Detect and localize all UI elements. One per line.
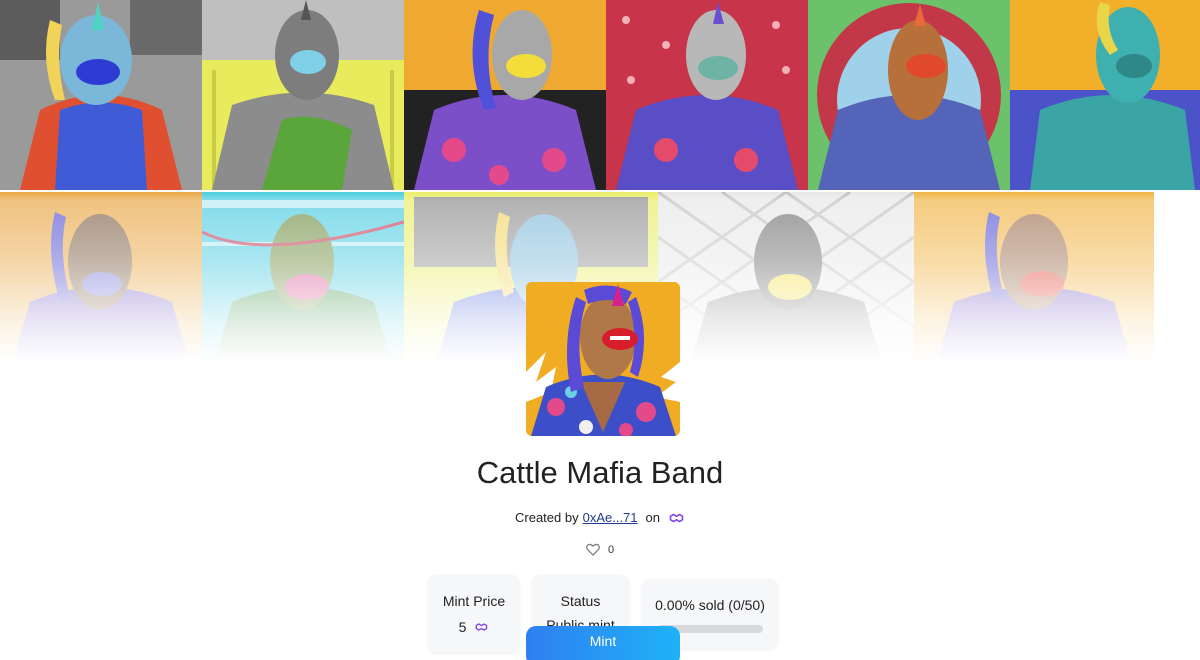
banner-nft-image (1010, 0, 1200, 190)
likes-count: 0 (607, 543, 615, 556)
banner-nft-image (658, 192, 914, 370)
banner-nft-image (404, 0, 606, 190)
mint-price-value-row: 5 (428, 619, 520, 635)
heart-icon[interactable] (586, 543, 600, 556)
likes-row: 0 (0, 543, 1200, 556)
creator-address-link[interactable]: 0xAe...71 (583, 510, 638, 525)
banner-nft-image (0, 192, 202, 370)
banner-nft-image (808, 0, 1010, 190)
polygon-icon (475, 623, 488, 631)
mint-price-card: Mint Price 5 (428, 575, 520, 653)
banner-nft-image (0, 0, 202, 190)
collection-avatar (526, 282, 680, 436)
polygon-icon (669, 513, 684, 522)
on-label: on (645, 510, 660, 525)
mint-button[interactable]: Mint (526, 626, 680, 660)
banner-row-top (0, 0, 1200, 190)
creator-line: Created by 0xAe...71 on (0, 510, 1200, 525)
banner-nft-image (914, 192, 1154, 370)
status-label: Status (560, 593, 601, 609)
collection-title: Cattle Mafia Band (476, 455, 724, 490)
created-by-label: Created by (515, 510, 579, 525)
collection-page: Cattle Mafia Band Created by 0xAe...71 o… (0, 0, 1200, 660)
banner-nft-image (606, 0, 808, 190)
mint-price-label: Mint Price (442, 593, 506, 609)
banner-nft-image (202, 0, 404, 190)
sold-label: 0.00% sold (0/50) (655, 597, 765, 613)
mint-price-value: 5 (458, 619, 467, 635)
banner-nft-image (202, 192, 404, 370)
